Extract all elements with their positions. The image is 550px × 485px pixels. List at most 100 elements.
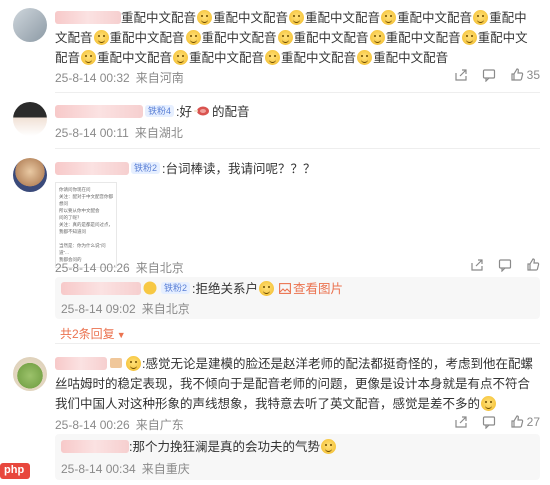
repeated-phrase: 重配中文配音 [121, 11, 197, 25]
comment-text: 重配中文配音 重配中文配音 重配中文配音 重配中文配音 重配中文配音 重配中文配音 重配中文… [55, 8, 538, 68]
comment-text-body: 重配中文配音 重配中文配音 重配中文配音 重配中文配音 重配中文配音 重配中文配音 重配中文… [55, 10, 528, 65]
emoji-icon [289, 10, 305, 25]
comment-button[interactable] [482, 68, 496, 82]
avatar[interactable] [13, 102, 47, 136]
username-blurred[interactable] [55, 105, 143, 118]
comment-text: 铁粉4:好 的配音 [55, 102, 540, 122]
repeated-phrase: 重配中文配音 [109, 31, 185, 45]
comment-2: 铁粉4:好 的配音 25-8-14 00:11 来自湖北 [0, 93, 550, 147]
more-replies-link[interactable]: 共2条回复 ▼ [60, 325, 126, 342]
thumbnail-text-line: 当然是：你为什么说"问道"... [59, 243, 106, 255]
emoji-icon [81, 50, 97, 65]
reply-time: 25-8-14 09:02 [61, 302, 136, 316]
emoji-icon [265, 50, 281, 65]
share-icon [455, 69, 467, 81]
comment-time: 25-8-14 00:11 [55, 126, 129, 140]
like-count: 35 [526, 68, 540, 82]
image-icon [279, 283, 291, 294]
share-button[interactable] [454, 68, 468, 82]
username-blurred[interactable] [55, 162, 129, 175]
comment-icon [482, 69, 495, 82]
crying-emoji-icon [481, 396, 497, 411]
fan-badge: 铁粉2 [161, 282, 191, 294]
reply-meta: 25-8-14 09:02 来自北京 [61, 300, 196, 317]
emoji-icon [277, 30, 293, 45]
comment-image-thumbnail[interactable]: 你请问你现在问 关注：配对于中文配音你都想问 所以要从你中文配会 问的了呢？ 关注：真的… [55, 182, 117, 268]
comment-location: 来自湖北 [134, 126, 183, 140]
reply-box: 铁粉2:拒绝关系户 查看图片 25-8-14 09:02 来自北京 [55, 277, 540, 319]
emoji-icon [197, 10, 213, 25]
share-icon [455, 416, 467, 428]
comment-text: 铁粉2:台词棒读，我请问呢？？？ [55, 159, 540, 179]
username-blurred[interactable] [61, 282, 141, 295]
thumbnail-text-line: 我都不知道问 [59, 229, 86, 234]
comment-meta: 25-8-14 00:26 来自广东 [55, 416, 190, 433]
avatar[interactable] [13, 158, 47, 192]
comment-meta: 25-8-14 00:26 来自北京 [55, 259, 190, 276]
comment-button[interactable] [498, 258, 512, 272]
comment-text: :感觉无论是建模的脸还是赵洋老师的配法都挺奇怪的，考虑到他在配螺丝咕姆时的稳定表… [55, 354, 538, 414]
avatar[interactable] [13, 8, 47, 42]
repeated-phrase: 重配中文配音 [189, 51, 265, 65]
repeated-phrase: 重配中文配音 [385, 31, 461, 45]
comment-location: 来自广东 [135, 418, 184, 432]
repeated-phrase: 重配中文配音 [305, 11, 381, 25]
comment-meta: 25-8-14 00:11 来自湖北 [55, 124, 189, 141]
reply-text-body: :拒绝关系户 [192, 282, 258, 296]
comment-meta: 25-8-14 00:32 来自河南 [55, 69, 190, 86]
thumbnail-text-line: 所以要从你中文配会 [59, 208, 100, 213]
reply-box: :那个力挽狂澜是真的会功夫的气势 25-8-14 00:34 来自重庆 [55, 434, 540, 480]
emoji-icon [259, 281, 274, 296]
emoji-icon [185, 30, 201, 45]
emoji-icon [461, 30, 477, 45]
share-button[interactable] [470, 258, 484, 272]
repeated-phrase: 重配中文配音 [373, 51, 449, 65]
php-watermark: php [0, 461, 34, 481]
repeated-phrase: 重配中文配音 [201, 31, 277, 45]
emoji-icon [473, 10, 489, 25]
reply-location: 来自重庆 [141, 462, 190, 476]
thumbnail-text-line: 关注：真的是都是问过点， [59, 222, 113, 227]
username-blurred[interactable] [61, 440, 129, 453]
like-button[interactable]: 35 [510, 68, 540, 82]
emoji-icon [369, 30, 385, 45]
comment-button[interactable] [482, 415, 496, 429]
share-button[interactable] [454, 415, 468, 429]
comment-actions [456, 258, 540, 272]
like-button[interactable] [526, 258, 540, 272]
meat-icon [194, 106, 209, 116]
username-blurred[interactable] [55, 11, 121, 24]
avatar[interactable] [13, 357, 47, 391]
repeated-phrase: 重配中文配音 [293, 31, 369, 45]
emoji-icon [126, 356, 141, 371]
fan-badge: 铁粉4 [145, 105, 175, 117]
view-image-label: 查看图片 [293, 282, 344, 296]
emoji-icon [173, 50, 189, 65]
thumbs-up-icon [511, 68, 523, 81]
comment-icon [498, 259, 512, 272]
more-replies-label: 共2条回复 [60, 327, 115, 341]
comment-time: 25-8-14 00:26 [55, 418, 130, 432]
comment-time: 25-8-14 00:32 [55, 71, 130, 85]
share-icon [471, 259, 483, 271]
username-blurred[interactable] [55, 357, 107, 370]
thumbnail-text-line: 关注：配对于中文配音你都想问 [59, 194, 113, 206]
repeated-phrase: 重配中文配音 [97, 51, 173, 65]
emoji-icon [357, 50, 373, 65]
repeated-phrase: 重配中文配音 [281, 51, 357, 65]
repeated-phrase: 重配中文配音 [213, 11, 289, 25]
comment-1: 重配中文配音 重配中文配音 重配中文配音 重配中文配音 重配中文配音 重配中文配音 重配中文… [0, 0, 550, 92]
comment-3: 铁粉2:台词棒读，我请问呢？？？ 你请问你现在问 关注：配对于中文配音你都想问 所以… [0, 149, 550, 344]
comment-icon [482, 416, 495, 429]
like-button[interactable]: 27 [510, 415, 540, 429]
thumbnail-text-line: 问的了呢？ [59, 215, 82, 220]
emoji-icon [381, 10, 397, 25]
fan-badge: 铁粉2 [131, 162, 161, 174]
comment-text-body: :台词棒读，我请问呢？？？ [162, 162, 316, 176]
reply-location: 来自北京 [141, 302, 190, 316]
repeated-phrase: 重配中文配音 [397, 11, 473, 25]
view-image-link[interactable]: 查看图片 [279, 282, 343, 296]
comment-time: 25-8-14 00:26 [55, 261, 130, 275]
avatar-emoji-icon [143, 281, 157, 295]
comment-actions: 35 [440, 68, 540, 82]
